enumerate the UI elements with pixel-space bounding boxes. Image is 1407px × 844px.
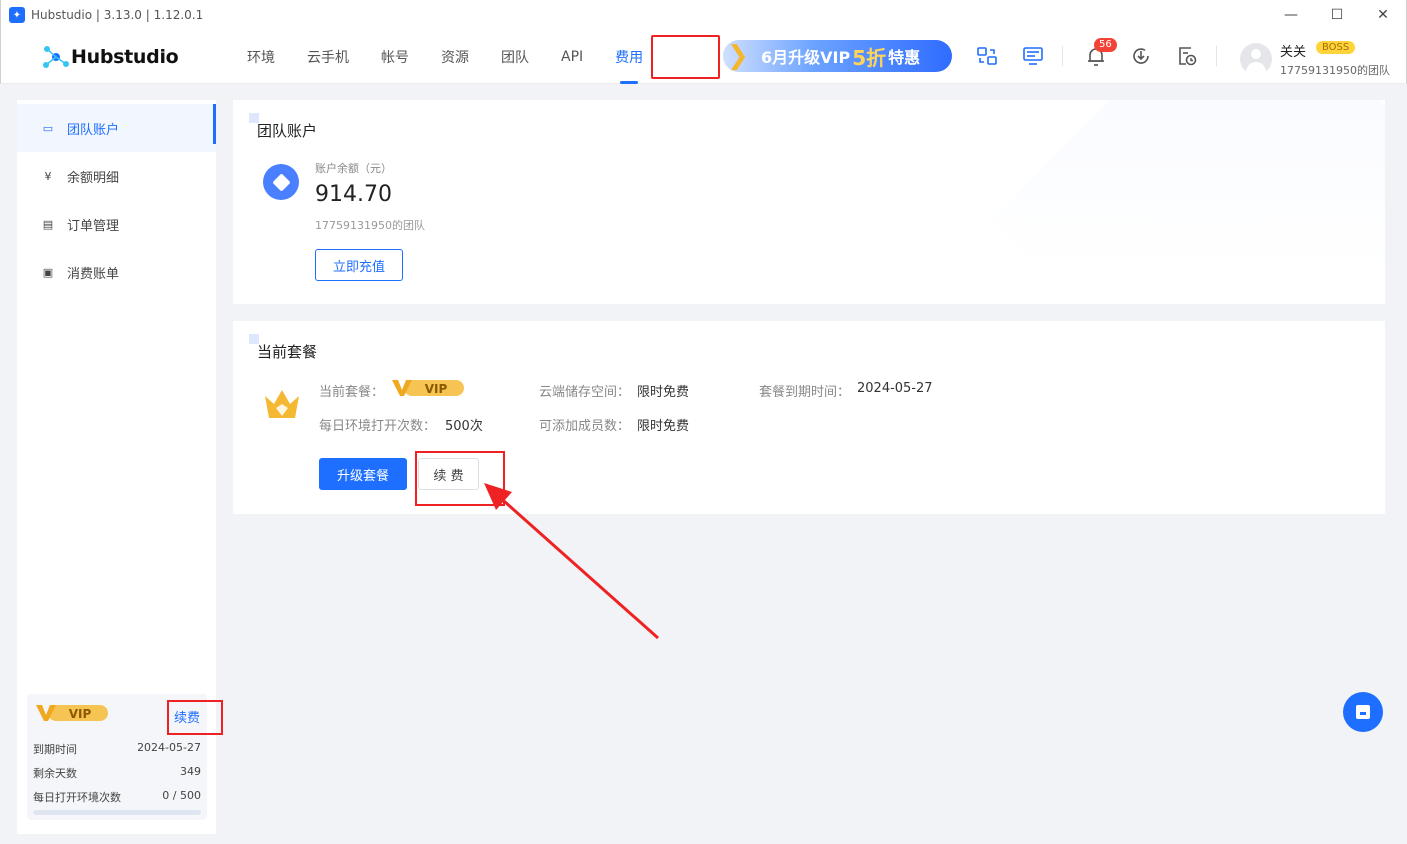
sidebar-renew-link[interactable]: 续费 xyxy=(174,707,200,726)
upgrade-plan-button[interactable]: 升级套餐 xyxy=(319,458,407,490)
logo-icon xyxy=(43,46,69,68)
sidebar-item-label: 消费账单 xyxy=(67,266,120,282)
window-controls: — ☐ ✕ xyxy=(1268,0,1406,30)
window-titlebar: ✦ Hubstudio | 3.13.0 | 1.12.0.1 — ☐ ✕ xyxy=(0,0,1407,30)
expire-label: 套餐到期时间： xyxy=(759,385,851,400)
logo[interactable]: Hubstudio xyxy=(41,44,179,70)
balance-team: 17759131950的团队 xyxy=(315,219,425,232)
promo-discount: 5折 xyxy=(852,45,887,70)
vip-badge: VIP xyxy=(392,380,464,396)
logo-text: Hubstudio xyxy=(71,46,179,68)
card-title: 团队账户 xyxy=(248,113,318,140)
vip-row-value: 0 / 500 xyxy=(162,789,201,802)
window-title: Hubstudio | 3.13.0 | 1.12.0.1 xyxy=(31,8,204,22)
daily-usage-progress xyxy=(33,810,201,815)
header-divider xyxy=(1216,46,1217,66)
expire-value: 2024-05-27 xyxy=(857,381,933,396)
diamond-icon xyxy=(263,164,299,200)
balance-label: 账户余额（元） xyxy=(315,162,392,175)
storage-label: 云端储存空间： xyxy=(539,385,631,400)
history-doc-icon[interactable] xyxy=(1176,45,1198,67)
crown-icon xyxy=(265,390,299,418)
sidebar: ▭ 团队账户 ¥ 余额明细 ▤ 订单管理 ▣ 消费账单 VIP 续费 到期时间 … xyxy=(17,100,216,834)
vip-remaining-row: 剩余天数 349 xyxy=(33,765,201,781)
nav-item-resources[interactable]: 资源 xyxy=(425,30,485,84)
close-button[interactable]: ✕ xyxy=(1360,0,1406,30)
promo-text-end: 特惠 xyxy=(888,48,921,67)
plan-current-label: 当前套餐： xyxy=(319,385,385,400)
storage-value: 限时免费 xyxy=(637,385,690,400)
main-nav: 环境 云手机 帐号 资源 团队 API 费用 xyxy=(231,30,659,84)
renew-button[interactable]: 续 费 xyxy=(418,458,479,490)
vip-row-label: 每日打开环境次数 xyxy=(33,791,121,804)
sidebar-item-label: 余额明细 xyxy=(67,170,120,186)
save-icon xyxy=(1356,705,1370,719)
nav-item-cloud-phone[interactable]: 云手机 xyxy=(291,30,365,84)
vip-summary: VIP 续费 到期时间 2024-05-27 剩余天数 349 每日打开环境次数… xyxy=(27,694,207,820)
card-decoration xyxy=(990,100,1385,304)
members-label: 可添加成员数： xyxy=(539,419,631,434)
promo-banner[interactable]: ❯ 6月升级VIP 5折 特惠 xyxy=(723,40,952,72)
yen-icon: ¥ xyxy=(44,169,52,183)
promo-chevron-icon: ❯ xyxy=(727,41,749,71)
daily-open-value: 500次 xyxy=(445,419,483,434)
promo-text: 6月升级VIP xyxy=(761,48,851,67)
sidebar-item-balance-detail[interactable]: ¥ 余额明细 xyxy=(17,152,216,200)
bill-icon: ▣ xyxy=(42,265,54,279)
svg-text:VIP: VIP xyxy=(69,707,92,721)
minimize-button[interactable]: — xyxy=(1268,0,1314,30)
nav-item-env[interactable]: 环境 xyxy=(231,30,291,84)
vip-row-value: 2024-05-27 xyxy=(137,741,201,754)
svg-text:VIP: VIP xyxy=(425,382,448,396)
vip-row-label: 剩余天数 xyxy=(33,767,77,780)
nav-item-billing[interactable]: 费用 xyxy=(599,30,659,84)
header-divider xyxy=(1062,46,1063,66)
clipboard-icon: ▤ xyxy=(42,217,54,231)
balance-amount: 914.70 xyxy=(315,182,392,207)
notification-badge: 56 xyxy=(1094,38,1117,52)
floating-action-button[interactable] xyxy=(1343,692,1383,732)
vip-badge: VIP xyxy=(36,705,108,721)
members-value: 限时免费 xyxy=(637,419,690,434)
avatar[interactable] xyxy=(1240,43,1272,75)
sidebar-item-label: 团队账户 xyxy=(67,122,120,138)
sync-icon[interactable] xyxy=(976,45,998,67)
download-icon[interactable] xyxy=(1130,45,1152,67)
current-plan-card: 当前套餐 当前套餐： VIP 云端储存空间： 限时免费 套餐到期时间： 2024… xyxy=(233,321,1385,514)
recharge-button[interactable]: 立即充值 xyxy=(315,249,403,281)
card-title: 当前套餐 xyxy=(248,334,318,361)
user-team: 17759131950的团队 xyxy=(1280,64,1390,77)
nav-item-api[interactable]: API xyxy=(545,30,599,84)
vip-row-value: 349 xyxy=(180,765,201,778)
sidebar-item-bills[interactable]: ▣ 消费账单 xyxy=(17,248,216,296)
sidebar-item-orders[interactable]: ▤ 订单管理 xyxy=(17,200,216,248)
wallet-icon: ▭ xyxy=(42,121,54,135)
app-icon: ✦ xyxy=(9,7,25,23)
monitor-icon[interactable] xyxy=(1022,45,1044,67)
sidebar-item-team-account[interactable]: ▭ 团队账户 xyxy=(17,104,216,152)
vip-daily-row: 每日打开环境次数 0 / 500 xyxy=(33,789,201,805)
daily-open-label: 每日环境打开次数： xyxy=(319,419,437,434)
vip-row-label: 到期时间 xyxy=(33,743,77,756)
maximize-button[interactable]: ☐ xyxy=(1314,0,1360,30)
nav-item-team[interactable]: 团队 xyxy=(485,30,545,84)
vip-expire-row: 到期时间 2024-05-27 xyxy=(33,741,201,757)
sidebar-item-label: 订单管理 xyxy=(67,218,120,234)
nav-item-accounts[interactable]: 帐号 xyxy=(365,30,425,84)
role-badge: BOSS xyxy=(1316,41,1356,54)
team-account-card: 团队账户 账户余额（元） 914.70 17759131950的团队 立即充值 xyxy=(233,100,1385,304)
user-name: 关关 xyxy=(1280,45,1307,60)
